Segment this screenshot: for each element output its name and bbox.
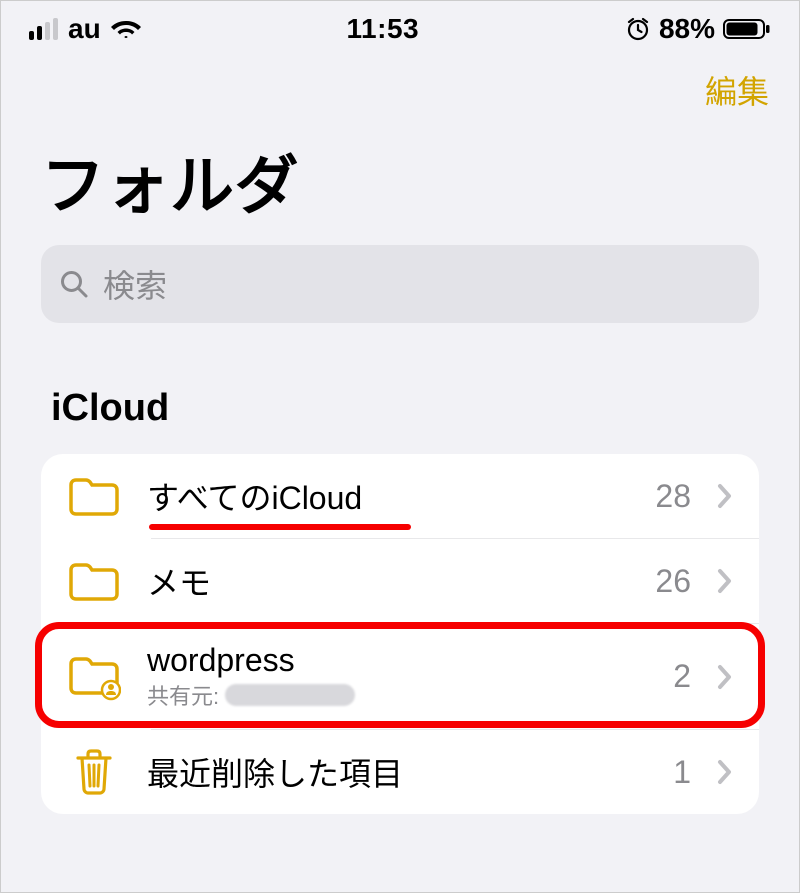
battery-percent: 88%	[659, 13, 715, 45]
shared-folder-icon	[67, 653, 121, 701]
folder-subtitle: 共有元:	[147, 679, 647, 711]
folder-count: 26	[655, 563, 691, 600]
wifi-icon	[111, 18, 141, 40]
signal-icon	[29, 18, 58, 40]
folder-count: 2	[673, 658, 691, 695]
folder-row-wordpress[interactable]: wordpress 共有元: 2	[41, 624, 759, 729]
page-title: フォルダ	[1, 127, 799, 245]
time-label: 11:53	[347, 13, 420, 45]
folder-name: メモ	[147, 558, 629, 604]
folder-name: wordpress	[147, 642, 647, 679]
folder-row-all-icloud[interactable]: すべてのiCloud 28	[41, 454, 759, 538]
edit-button[interactable]: 編集	[705, 67, 769, 113]
folder-icon	[67, 472, 121, 520]
folder-count: 28	[655, 478, 691, 515]
folder-row-recently-deleted[interactable]: 最近削除した項目 1	[41, 730, 759, 814]
annotation-underline	[149, 524, 411, 530]
folder-icon	[67, 557, 121, 605]
search-icon	[59, 269, 89, 299]
redacted-text	[225, 684, 355, 706]
battery-icon	[723, 18, 771, 40]
status-right: 88%	[625, 13, 771, 45]
folder-name: 最近削除した項目	[147, 749, 647, 795]
folder-row-memo[interactable]: メモ 26	[41, 539, 759, 623]
chevron-right-icon	[717, 568, 733, 594]
alarm-icon	[625, 16, 651, 42]
folder-count: 1	[673, 754, 691, 791]
search-input[interactable]: 検索	[41, 245, 759, 323]
folder-name: すべてのiCloud	[147, 473, 629, 519]
nav-bar: 編集	[1, 53, 799, 127]
section-header: iCloud	[1, 347, 799, 454]
folder-list: すべてのiCloud 28 メモ 26	[41, 454, 759, 814]
chevron-right-icon	[717, 483, 733, 509]
chevron-right-icon	[717, 664, 733, 690]
chevron-right-icon	[717, 759, 733, 785]
carrier-label: au	[68, 13, 101, 45]
status-bar: au 11:53 88%	[1, 1, 799, 53]
trash-icon	[67, 748, 121, 796]
search-placeholder: 検索	[103, 261, 167, 307]
status-left: au	[29, 13, 141, 45]
